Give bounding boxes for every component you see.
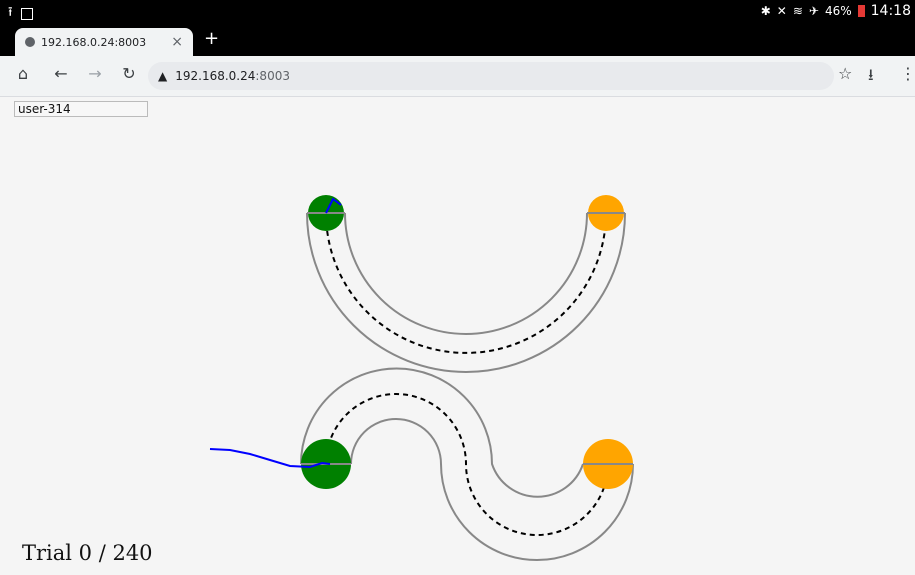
globe-icon [25, 37, 35, 47]
battery-percent: 46% [824, 4, 852, 18]
url-host: 192.168.0.24 [175, 69, 256, 83]
new-tab-button[interactable]: + [204, 28, 219, 49]
address-bar[interactable]: ▲ 192.168.0.24:8003 [148, 62, 834, 90]
status-bar: ⭱ ✱ ✕ ≋ ✈ 46% 14:18 [0, 0, 915, 24]
reload-icon[interactable]: ↻ [118, 64, 140, 83]
trial-counter: Trial 0 / 240 [22, 541, 153, 565]
user-id-field[interactable]: user-314 [14, 101, 148, 117]
tab-title: 192.168.0.24:8003 [41, 35, 147, 49]
tracing-canvas[interactable] [0, 97, 915, 575]
close-tab-icon[interactable]: × [171, 34, 183, 50]
not-secure-icon[interactable]: ▲ [158, 69, 167, 83]
wifi-icon: ≋ [792, 4, 803, 18]
tab-strip: 192.168.0.24:8003 × + [0, 24, 915, 56]
url-port: :8003 [255, 69, 290, 83]
browser-tab[interactable]: 192.168.0.24:8003 × [15, 28, 193, 56]
bottom-track-guide-line [325, 393, 609, 536]
battery-icon [857, 5, 865, 17]
home-icon[interactable]: ⌂ [12, 64, 34, 83]
mute-icon: ✕ [776, 4, 787, 18]
back-icon[interactable]: ← [50, 64, 72, 83]
bottom-track-outer-border-lower [350, 418, 634, 561]
browser-toolbar: ⌂ ← → ↻ ▲ 192.168.0.24:8003 ☆ ⭳ ⋮ [0, 56, 915, 97]
airplane-icon: ✈ [808, 4, 819, 18]
bookmark-star-icon[interactable]: ☆ [838, 64, 852, 83]
top-track [306, 195, 626, 373]
page-content: user-314 Trial 0 / 240 [0, 97, 915, 575]
top-track-outer-border [306, 212, 626, 373]
image-icon [20, 8, 33, 20]
clock: 14:18 [870, 3, 911, 19]
bottom-track [209, 367, 634, 561]
forward-icon[interactable]: → [84, 64, 106, 83]
upload-icon: ⭱ [8, 5, 13, 20]
top-track-inner-border [344, 212, 588, 335]
download-icon[interactable]: ⭳ [868, 64, 874, 91]
menu-kebab-icon[interactable]: ⋮ [900, 64, 915, 83]
bluetooth-icon: ✱ [760, 4, 771, 18]
